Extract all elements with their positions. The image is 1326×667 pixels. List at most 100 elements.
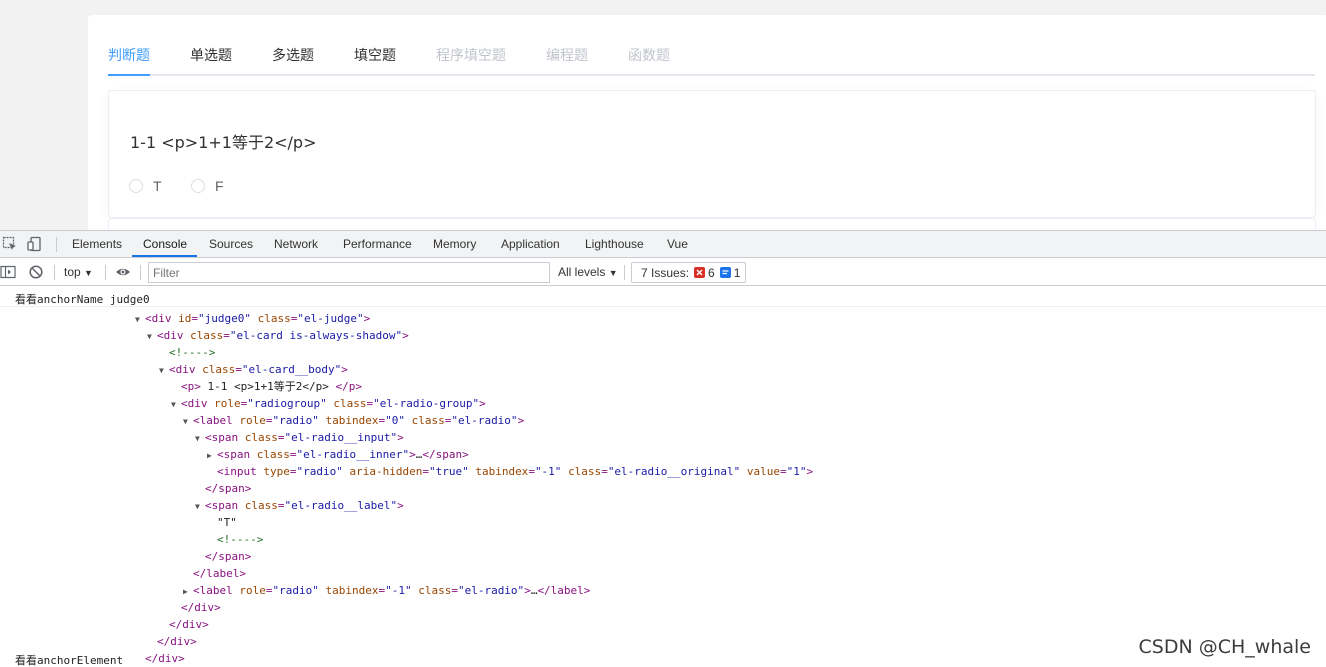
dom-node-markup: <label role="radio" tabindex="-1" class=…: [193, 584, 591, 597]
dom-tree-node[interactable]: ▶ <label role="radio" tabindex="-1" class…: [183, 582, 590, 599]
dom-tree-node[interactable]: ▼ <label role="radio" tabindex="0" class=…: [183, 412, 524, 429]
tab-fill-blank[interactable]: 填空题: [354, 46, 396, 66]
collapsed-triangle-icon[interactable]: ▶: [183, 583, 193, 600]
dom-node-markup: <!---->: [217, 533, 264, 546]
tab-elements[interactable]: Elements: [72, 231, 122, 258]
tab-console[interactable]: Console: [143, 231, 187, 258]
dom-tree-node[interactable]: ▼ <div role="radiogroup" class="el-radio-…: [171, 395, 486, 412]
console-filter-input[interactable]: [148, 262, 550, 283]
web-page-area: 判断题 单选题 多选题 填空题 程序填空题 编程题 函数题 1-1 <p>1+1…: [0, 0, 1326, 230]
dom-tree-node[interactable]: <p> 1-1 <p>1+1等于2</p> </p>: [171, 378, 362, 395]
option-false-radio[interactable]: F: [191, 178, 224, 194]
inspect-element-icon[interactable]: [2, 236, 18, 252]
option-false-label: F: [215, 178, 224, 194]
error-badge: 6: [694, 266, 715, 280]
next-question-card: [108, 218, 1316, 230]
question-type-tabs: 判断题 单选题 多选题 填空题 程序填空题 编程题 函数题: [108, 46, 1315, 76]
dom-tree-node[interactable]: <!---->: [159, 344, 215, 361]
dom-tree-node[interactable]: ▼ <span class="el-radio__label">: [195, 497, 404, 514]
dom-node-markup: </span>: [205, 550, 252, 563]
device-toolbar-icon[interactable]: [27, 236, 43, 252]
log-label: 看看: [15, 293, 37, 306]
log-levels-value: All levels: [558, 265, 606, 279]
dom-node-markup: <p> 1-1 <p>1+1等于2</p> </p>: [181, 380, 362, 393]
dom-tree-node[interactable]: </label>: [183, 565, 246, 582]
log-text: anchorName judge0: [37, 293, 150, 306]
active-tab-indicator: [108, 74, 150, 76]
dom-tree-node[interactable]: </div>: [171, 599, 221, 616]
dom-tree-node[interactable]: </span>: [195, 480, 251, 497]
tab-application[interactable]: Application: [501, 231, 560, 258]
dropdown-arrow-icon: ▼: [608, 268, 618, 278]
watermark: CSDN @CH_whale: [1138, 636, 1311, 658]
tab-judge[interactable]: 判断题: [108, 46, 150, 66]
expanded-triangle-icon[interactable]: ▼: [135, 311, 145, 328]
console-log-message: 看看anchorElement: [15, 652, 123, 667]
show-sidebar-icon[interactable]: [0, 264, 16, 280]
dom-node-markup: </label>: [193, 567, 246, 580]
option-true-radio[interactable]: T: [129, 178, 162, 194]
expanded-triangle-icon[interactable]: ▼: [171, 396, 181, 413]
dom-node-markup: <!---->: [169, 346, 216, 359]
info-badge: 1: [719, 265, 741, 280]
dom-tree-node[interactable]: ▼ <div class="el-card__body">: [159, 361, 348, 378]
option-true-label: T: [153, 178, 162, 194]
issues-button[interactable]: 7 Issues: 6 1: [631, 262, 746, 283]
dom-tree-node[interactable]: ▶ <span class="el-radio__inner">…</span>: [207, 446, 469, 463]
question-card: 1-1 <p>1+1等于2</p> T F: [108, 90, 1316, 218]
tab-vue[interactable]: Vue: [667, 231, 688, 258]
expanded-triangle-icon[interactable]: ▼: [183, 413, 193, 430]
question-panel: 判断题 单选题 多选题 填空题 程序填空题 编程题 函数题 1-1 <p>1+1…: [88, 15, 1326, 230]
context-selector[interactable]: top ▼: [64, 265, 93, 279]
dom-tree-node[interactable]: "T": [207, 514, 237, 531]
console-output: 看看anchorName judge0 ▼ <div id="judge0" cl…: [0, 287, 1326, 667]
tab-single-choice[interactable]: 单选题: [190, 46, 232, 66]
dom-node-markup: <div class="el-card__body">: [169, 363, 348, 376]
log-label: 看看: [15, 654, 37, 667]
context-value: top: [64, 265, 81, 279]
tab-memory[interactable]: Memory: [433, 231, 476, 258]
console-log-message: 看看anchorName judge0: [15, 291, 150, 307]
dom-tree-node[interactable]: <!---->: [207, 531, 263, 548]
dom-node-markup: <div class="el-card is-always-shadow">: [157, 329, 409, 342]
dom-node-markup: <input type="radio" aria-hidden="true" t…: [217, 465, 814, 478]
tab-program-fill-blank: 程序填空题: [436, 48, 506, 64]
dom-node-markup: </div>: [181, 601, 221, 614]
dom-node-markup: <label role="radio" tabindex="0" class="…: [193, 414, 525, 427]
dom-tree-node[interactable]: ▼ <div id="judge0" class="el-judge">: [135, 310, 370, 327]
dom-tree-node[interactable]: ▼ <div class="el-card is-always-shadow">: [147, 327, 409, 344]
info-count: 1: [733, 265, 741, 280]
tab-network[interactable]: Network: [274, 231, 318, 258]
expanded-triangle-icon[interactable]: ▼: [195, 430, 205, 447]
dom-tree-node[interactable]: </div>: [135, 650, 185, 667]
toolbar-divider: [624, 265, 625, 280]
tab-lighthouse[interactable]: Lighthouse: [585, 231, 644, 258]
tab-programming: 编程题: [546, 48, 588, 64]
error-count: 6: [708, 265, 715, 280]
dom-node-markup: </span>: [205, 482, 252, 495]
log-levels-dropdown[interactable]: All levels ▼: [558, 265, 618, 279]
dom-tree-node[interactable]: </div>: [147, 633, 197, 650]
expanded-triangle-icon[interactable]: ▼: [195, 498, 205, 515]
dom-node-markup: </div>: [169, 618, 209, 631]
devtools-panel: Elements Console Sources Network Perform…: [0, 230, 1326, 667]
dom-tree-node[interactable]: ▼ <span class="el-radio__input">: [195, 429, 404, 446]
collapsed-triangle-icon[interactable]: ▶: [207, 447, 217, 464]
dropdown-arrow-icon: ▼: [84, 268, 93, 278]
toolbar-divider: [140, 265, 141, 280]
dom-tree-node[interactable]: </div>: [159, 616, 209, 633]
radio-circle[interactable]: [191, 179, 205, 193]
toolbar-divider: [54, 265, 55, 280]
log-divider: [0, 306, 1326, 307]
live-expression-eye-icon[interactable]: [115, 264, 131, 280]
dom-node-markup: <span class="el-radio__input">: [205, 431, 404, 444]
tab-sources[interactable]: Sources: [209, 231, 253, 258]
expanded-triangle-icon[interactable]: ▼: [159, 362, 169, 379]
tab-performance[interactable]: Performance: [343, 231, 412, 258]
dom-tree-node[interactable]: <input type="radio" aria-hidden="true" t…: [207, 463, 813, 480]
clear-console-icon[interactable]: [28, 264, 44, 280]
expanded-triangle-icon[interactable]: ▼: [147, 328, 157, 345]
tab-multiple-choice[interactable]: 多选题: [272, 46, 314, 66]
dom-tree-node[interactable]: </span>: [195, 548, 251, 565]
radio-circle[interactable]: [129, 179, 143, 193]
